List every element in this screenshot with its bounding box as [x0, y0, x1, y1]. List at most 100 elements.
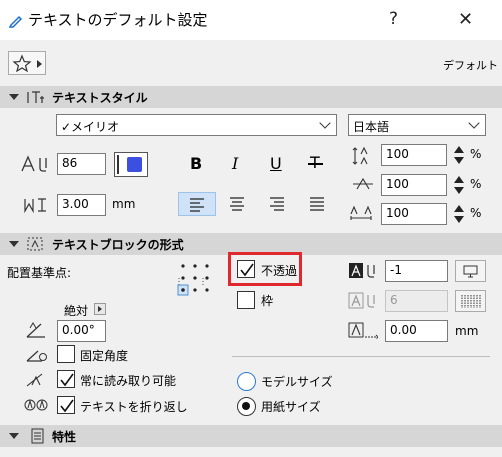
opaque-label: 不透過	[261, 264, 298, 278]
angle-input[interactable]: 0.00°	[57, 320, 106, 342]
text-block-icon	[27, 237, 43, 251]
wrap-text-icon	[24, 399, 48, 411]
collapse-triangle-icon	[9, 94, 19, 100]
section-title: 特性	[52, 430, 77, 444]
strike-line	[308, 163, 323, 165]
char-spacing-input[interactable]: 100	[381, 203, 447, 225]
caret-right-icon	[98, 306, 102, 312]
checkmark-icon	[60, 399, 74, 413]
monitor-icon	[463, 265, 478, 278]
line-spacing-icon	[352, 146, 368, 165]
pen-color-button[interactable]	[114, 152, 148, 177]
paper-size-radio[interactable]	[237, 397, 256, 416]
hatch-pattern-icon	[461, 295, 481, 308]
percent-label: %	[470, 177, 482, 191]
favorites-button[interactable]	[8, 51, 46, 75]
readable-icon	[26, 373, 43, 387]
align-right-icon	[270, 197, 284, 211]
fixed-angle-checkbox[interactable]	[57, 345, 75, 363]
line-type-button[interactable]	[455, 290, 486, 312]
language-select-value: 日本語	[353, 120, 390, 134]
bold-button[interactable]: B	[190, 154, 202, 173]
radio-dot	[242, 402, 250, 410]
font-size-input[interactable]: 86	[57, 153, 106, 175]
always-readable-checkbox[interactable]	[57, 370, 75, 388]
properties-icon	[31, 428, 44, 444]
divider	[232, 356, 490, 357]
star-icon	[12, 54, 32, 73]
line-spacing-stepper[interactable]	[453, 144, 465, 169]
background-pen-icon	[349, 263, 375, 278]
char-width-input[interactable]: 100	[381, 174, 447, 196]
frame-pen-icon	[348, 292, 375, 309]
frame-offset-unit: mm	[455, 324, 479, 338]
collapse-triangle-icon	[9, 433, 19, 439]
align-right-button[interactable]	[258, 192, 296, 216]
line-spacing-input[interactable]: 100	[381, 144, 447, 166]
align-left-button[interactable]	[178, 192, 216, 216]
wrap-text-checkbox[interactable]	[57, 396, 75, 414]
close-button[interactable]: ✕	[458, 9, 473, 30]
checkmark-icon	[240, 263, 254, 277]
align-justify-button[interactable]	[298, 192, 336, 216]
section-text-style[interactable]: テキストスタイル	[0, 86, 502, 108]
font-select[interactable]: ✓メイリオ	[56, 114, 337, 136]
frame-checkbox[interactable]	[237, 291, 255, 309]
section-properties[interactable]: 特性	[0, 425, 502, 447]
font-size-icon	[21, 155, 47, 172]
align-justify-icon	[310, 197, 324, 211]
chevron-down-icon	[319, 117, 331, 129]
anchor-label: 配置基準点:	[7, 266, 72, 280]
angle-icon	[26, 322, 45, 338]
section-title: テキストブロックの形式	[52, 238, 184, 252]
pen-divider	[117, 155, 119, 174]
anchor-point-grid[interactable]	[175, 262, 217, 298]
italic-button[interactable]: I	[232, 154, 238, 173]
percent-label: %	[470, 147, 482, 161]
wrap-text-label: テキストを折り返し	[80, 400, 188, 414]
monitor-button[interactable]	[455, 260, 486, 282]
help-button[interactable]: ?	[389, 9, 398, 29]
char-spacing-icon	[350, 205, 372, 220]
frame-offset-input[interactable]: 0.00	[385, 320, 448, 342]
caret-right-icon	[37, 60, 42, 68]
model-size-label: モデルサイズ	[261, 375, 333, 389]
char-spacing-stepper[interactable]	[453, 203, 465, 228]
paper-size-label: 用紙サイズ	[261, 400, 321, 414]
pencil-icon	[8, 15, 23, 28]
pen-color-swatch	[127, 157, 142, 172]
align-center-icon	[230, 197, 244, 211]
width-unit: mm	[112, 197, 136, 211]
text-style-icon	[27, 91, 44, 103]
always-readable-label: 常に読み取り可能	[80, 374, 177, 388]
frame-pen-input[interactable]: 6	[385, 290, 448, 312]
model-size-radio[interactable]	[237, 372, 256, 391]
opaque-checkbox[interactable]	[237, 260, 255, 278]
stepper-arrows-icon	[454, 176, 464, 194]
char-width-stepper[interactable]	[453, 174, 465, 199]
underline-button[interactable]: U	[270, 154, 282, 173]
checkmark-icon	[60, 373, 74, 387]
percent-label: %	[470, 206, 482, 220]
fixed-angle-icon	[26, 350, 47, 362]
font-select-value: ✓メイリオ	[61, 120, 120, 134]
stepper-arrows-icon	[454, 205, 464, 223]
content-cutoff	[0, 447, 502, 457]
window-title: テキストのデフォルト設定	[28, 11, 208, 29]
stepper-arrows-icon	[454, 146, 464, 164]
default-label: デフォルト	[443, 59, 498, 72]
width-input[interactable]: 3.00	[57, 194, 106, 216]
angle-mode-button[interactable]	[94, 303, 106, 315]
frame-offset-icon	[348, 322, 379, 340]
strikethrough-button[interactable]: T	[308, 153, 323, 172]
chevron-down-icon	[468, 117, 480, 129]
collapse-triangle-icon	[9, 241, 19, 247]
char-width-icon	[353, 177, 373, 190]
angle-mode-label: 絶対	[64, 304, 89, 318]
frame-label: 枠	[261, 294, 274, 308]
width-icon	[24, 198, 46, 214]
language-select[interactable]: 日本語	[348, 114, 486, 136]
section-title: テキストスタイル	[52, 91, 148, 105]
align-center-button[interactable]	[218, 192, 256, 216]
background-pen-input[interactable]: -1	[385, 260, 448, 282]
